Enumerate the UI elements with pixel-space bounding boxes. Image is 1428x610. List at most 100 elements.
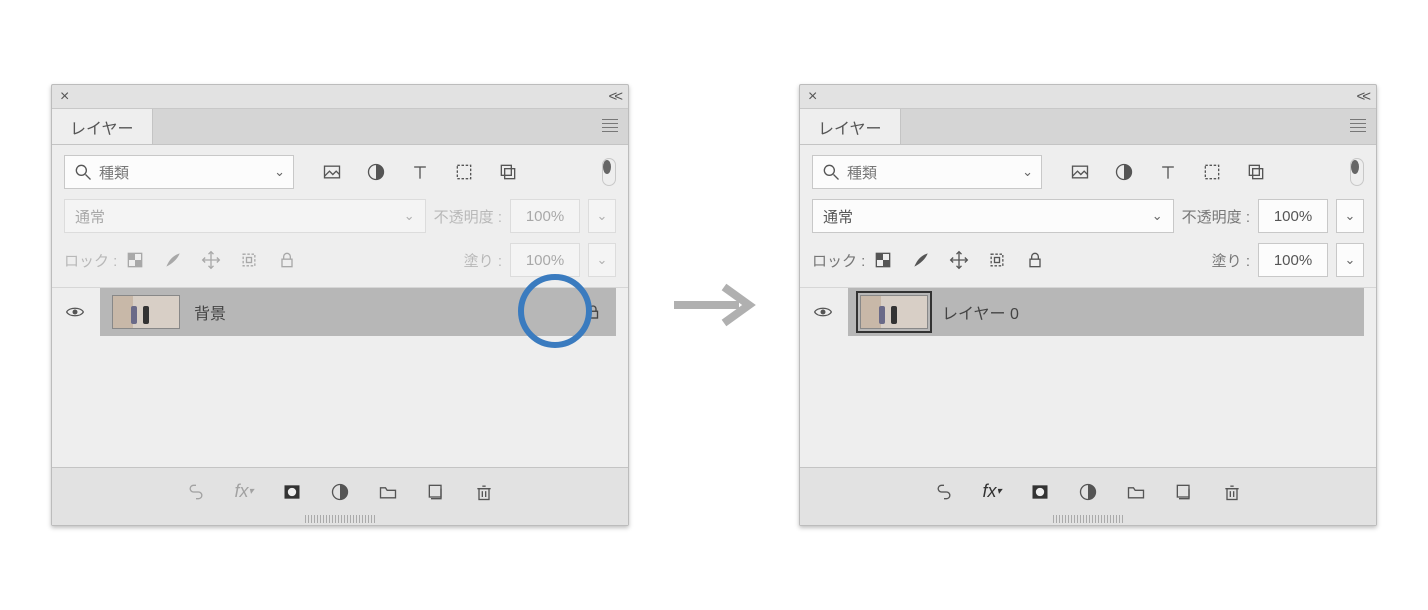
panel-footer: fx▾ [52, 467, 628, 515]
blend-opacity-row: 通常 ⌄ 不透明度 : 100% ⌄ [812, 199, 1364, 233]
annotation-circle [518, 274, 592, 348]
image-filter-icon[interactable] [1070, 162, 1090, 182]
lock-position-icon[interactable] [201, 250, 221, 270]
link-layers-icon[interactable] [186, 482, 206, 502]
resize-grip[interactable] [52, 515, 628, 525]
chevron-down-icon: ⌄ [1152, 208, 1163, 224]
panel-titlebar: × << [800, 85, 1376, 109]
close-icon[interactable]: × [60, 89, 69, 105]
layer-list: 背景 [52, 287, 628, 467]
filter-icons [322, 162, 518, 182]
fx-icon[interactable]: fx▾ [234, 482, 253, 502]
panel-menu-icon[interactable] [1350, 119, 1366, 132]
smartobject-filter-icon[interactable] [1246, 162, 1266, 182]
new-group-icon[interactable] [1126, 482, 1146, 502]
lock-position-icon[interactable] [949, 250, 969, 270]
lock-all-icon[interactable] [1025, 250, 1045, 270]
chevron-down-icon: ⌄ [597, 208, 608, 224]
filter-icons [1070, 162, 1266, 182]
filter-toggle[interactable] [602, 158, 616, 186]
layer-name[interactable]: 背景 [194, 300, 226, 324]
fill-value[interactable]: 100% [1258, 243, 1328, 277]
resize-grip[interactable] [800, 515, 1376, 525]
chevron-down-icon: ⌄ [1345, 208, 1356, 224]
filter-type-label: 種類 [847, 162, 877, 183]
tab-layers[interactable]: レイヤー [52, 109, 153, 144]
lock-artboard-icon[interactable] [987, 250, 1007, 270]
new-layer-icon[interactable] [1174, 482, 1194, 502]
lock-all-icon[interactable] [277, 250, 297, 270]
layer-row[interactable]: 背景 [52, 288, 628, 336]
delete-layer-icon[interactable] [1222, 482, 1242, 502]
panel-titlebar: × << [52, 85, 628, 109]
blend-opacity-row: 通常 ⌄ 不透明度 : 100% ⌄ [64, 199, 616, 233]
opacity-value[interactable]: 100% [510, 199, 580, 233]
new-group-icon[interactable] [378, 482, 398, 502]
filter-type-dropdown[interactable]: 種類 ⌄ [812, 155, 1042, 189]
lock-paint-icon[interactable] [163, 250, 183, 270]
adjustment-filter-icon[interactable] [1114, 162, 1134, 182]
opacity-value[interactable]: 100% [1258, 199, 1328, 233]
fill-label: 塗り : [464, 250, 502, 271]
opacity-label: 不透明度 : [1182, 206, 1250, 227]
link-layers-icon[interactable] [934, 482, 954, 502]
tab-label: レイヤー [818, 115, 882, 139]
smartobject-filter-icon[interactable] [498, 162, 518, 182]
layer-row[interactable]: レイヤー 0 [800, 288, 1376, 336]
opacity-caret[interactable]: ⌄ [1336, 199, 1364, 233]
lock-transparency-icon[interactable] [873, 250, 893, 270]
tab-layers[interactable]: レイヤー [800, 109, 901, 144]
arrow-annotation [669, 275, 759, 335]
adjustment-filter-icon[interactable] [366, 162, 386, 182]
layer-lock-icon[interactable] [582, 301, 604, 323]
new-adjustment-icon[interactable] [1078, 482, 1098, 502]
new-adjustment-icon[interactable] [330, 482, 350, 502]
filter-toggle[interactable] [1350, 158, 1364, 186]
new-layer-icon[interactable] [426, 482, 446, 502]
collapse-icon[interactable]: << [608, 88, 620, 105]
blend-mode-dropdown[interactable]: 通常 ⌄ [812, 199, 1174, 233]
image-filter-icon[interactable] [322, 162, 342, 182]
layers-panel-after: × << レイヤー 種類 ⌄ [799, 84, 1377, 526]
chevron-down-icon: ⌄ [597, 252, 608, 268]
text-filter-icon[interactable] [1158, 162, 1178, 182]
add-mask-icon[interactable] [282, 482, 302, 502]
filter-row: 種類 ⌄ [64, 155, 616, 189]
eye-icon [65, 302, 85, 322]
blend-mode-value: 通常 [823, 206, 853, 227]
fill-caret[interactable]: ⌄ [588, 243, 616, 277]
layer-name[interactable]: レイヤー 0 [942, 300, 1019, 324]
visibility-toggle[interactable] [64, 302, 86, 322]
visibility-toggle[interactable] [812, 302, 834, 322]
lock-transparency-icon[interactable] [125, 250, 145, 270]
add-mask-icon[interactable] [1030, 482, 1050, 502]
fill-value[interactable]: 100% [510, 243, 580, 277]
lock-paint-icon[interactable] [911, 250, 931, 270]
collapse-icon[interactable]: << [1356, 88, 1368, 105]
fx-icon[interactable]: fx▾ [982, 482, 1001, 502]
lock-label: ロック : [812, 250, 865, 271]
lock-fill-row: ロック : 塗り : 100% ⌄ [812, 243, 1364, 277]
shape-filter-icon[interactable] [1202, 162, 1222, 182]
opacity-caret[interactable]: ⌄ [588, 199, 616, 233]
layer-thumbnail[interactable] [112, 295, 180, 329]
close-icon[interactable]: × [808, 89, 817, 105]
delete-layer-icon[interactable] [474, 482, 494, 502]
text-filter-icon[interactable] [410, 162, 430, 182]
chevron-down-icon: ⌄ [1345, 252, 1356, 268]
layer-list: レイヤー 0 [800, 287, 1376, 467]
filter-row: 種類 ⌄ [812, 155, 1364, 189]
blend-mode-dropdown[interactable]: 通常 ⌄ [64, 199, 426, 233]
search-icon [821, 162, 841, 182]
panel-menu-icon[interactable] [602, 119, 618, 132]
layer-thumbnail[interactable] [860, 295, 928, 329]
lock-label: ロック : [64, 250, 117, 271]
filter-type-dropdown[interactable]: 種類 ⌄ [64, 155, 294, 189]
chevron-down-icon: ⌄ [1022, 164, 1033, 180]
fill-caret[interactable]: ⌄ [1336, 243, 1364, 277]
filter-type-label: 種類 [99, 162, 129, 183]
layers-panel-before: × << レイヤー 種類 ⌄ [51, 84, 629, 526]
shape-filter-icon[interactable] [454, 162, 474, 182]
lock-fill-row: ロック : 塗り : 100% ⌄ [64, 243, 616, 277]
lock-artboard-icon[interactable] [239, 250, 259, 270]
